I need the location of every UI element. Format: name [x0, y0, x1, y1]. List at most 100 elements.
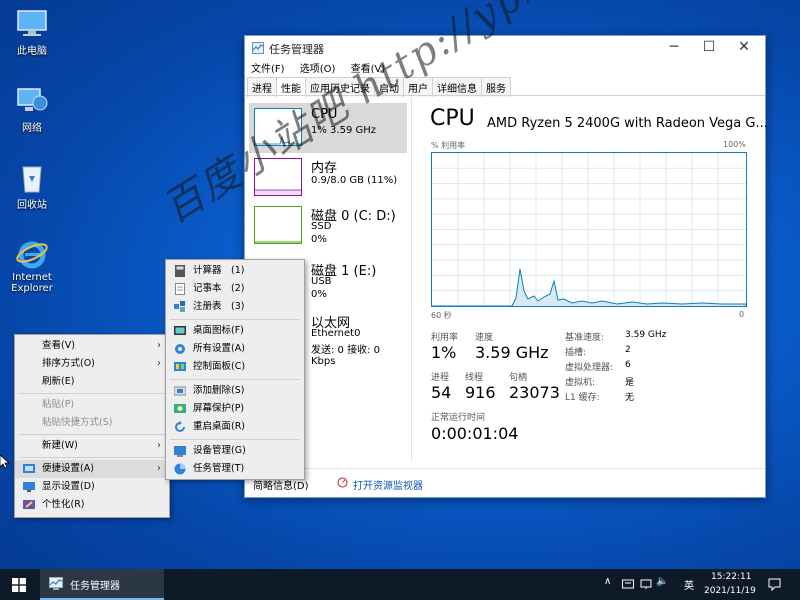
bottom-bar: 简略信息(D) 打开资源监视器	[245, 468, 765, 497]
sidebar-item-memory[interactable]: 内存 0.9/8.0 GB (11%)	[249, 153, 407, 203]
spec-key: 虚拟处理器:	[565, 363, 614, 373]
desktop-icon-label: 回收站	[17, 200, 47, 211]
memory-thumbnail	[254, 158, 302, 196]
quick-settings-submenu: 计算器 (1) 记事本 (2) 注册表 (3) 桌面图标(F) 所有设置(A) …	[165, 259, 305, 480]
tab-app-history[interactable]: 应用历史记录	[305, 77, 375, 97]
maximize-button[interactable]: ☐	[692, 36, 726, 60]
uptime-label: 正常运行时间	[431, 413, 486, 423]
menu-item-display-settings[interactable]: 显示设置(D)	[15, 478, 169, 496]
menu-item-label: 新建(W)	[42, 440, 78, 451]
sidebar-item-cpu[interactable]: CPU 1% 3.59 GHz	[249, 103, 407, 153]
menu-item-label: 粘贴快捷方式(S)	[42, 417, 113, 428]
submenu-item-notepad[interactable]: 记事本 (2)	[166, 280, 304, 298]
windows-start-icon[interactable]	[12, 578, 26, 592]
tab-services[interactable]: 服务	[481, 77, 511, 97]
utilization-label: 利用率	[431, 333, 459, 343]
panel-title: CPU	[430, 106, 475, 131]
notepad-icon	[175, 283, 185, 295]
spec-key: 基准速度:	[565, 333, 605, 343]
control-panel-icon	[174, 362, 186, 371]
submenu-item-restart-desktop[interactable]: 重启桌面(R)	[166, 418, 304, 436]
tab-users[interactable]: 用户	[403, 77, 433, 97]
spec-value: 无	[625, 393, 635, 403]
tray-action-icon[interactable]	[622, 578, 634, 590]
desktop-icon-network[interactable]: 网络	[0, 85, 64, 134]
menu-options[interactable]: 选项(O)	[300, 60, 336, 75]
taskbar-app-task-manager[interactable]: 任务管理器	[40, 569, 164, 600]
menu-separator	[170, 319, 300, 320]
submenu-item-task-manager[interactable]: 任务管理(T)	[166, 460, 304, 478]
tab-details[interactable]: 详细信息	[432, 77, 482, 97]
ime-indicator[interactable]: 英	[684, 577, 694, 592]
threads-value: 916	[465, 383, 496, 402]
menu-item-label: 任务管理(T)	[193, 463, 245, 474]
menu-item-label: 所有设置(A)	[193, 343, 245, 354]
cpu-model: AMD Ryzen 5 2400G with Radeon Vega G...	[487, 116, 768, 131]
menu-separator	[19, 434, 165, 435]
menu-item-label: 便捷设置(A)	[42, 463, 94, 474]
menu-view[interactable]: 查看(V)	[351, 60, 386, 75]
processes-value: 54	[431, 383, 452, 402]
menu-item-new[interactable]: 新建(W) ›	[15, 437, 169, 455]
tray-chevron-up-icon[interactable]: ∧	[604, 576, 611, 587]
submenu-item-add-remove[interactable]: 添加删除(S)	[166, 382, 304, 400]
open-resource-monitor-link[interactable]: 打开资源监视器	[353, 477, 423, 492]
resource-monitor-icon	[337, 477, 348, 488]
menu-item-sort[interactable]: 排序方式(O) ›	[15, 355, 169, 373]
chevron-right-icon: ›	[157, 340, 161, 351]
sidebar-item-sub2: 发送: 0 接收: 0 Kbps	[311, 345, 380, 367]
menu-bar: 文件(F) 选项(O) 查看(V)	[245, 60, 391, 76]
title-bar[interactable]: 任务管理器 ─ ☐ ✕	[245, 36, 765, 60]
submenu-item-registry[interactable]: 注册表 (3)	[166, 298, 304, 316]
menu-file[interactable]: 文件(F)	[251, 60, 285, 75]
desktop-icons-icon	[174, 326, 186, 335]
submenu-item-device-manager[interactable]: 设备管理(G)	[166, 442, 304, 460]
sidebar-item-sub: 1% 3.59 GHz	[311, 125, 377, 136]
clock-date[interactable]: 2021/11/19	[704, 586, 756, 596]
menu-item-refresh[interactable]: 刷新(E)	[15, 373, 169, 391]
notification-icon[interactable]	[768, 578, 781, 591]
tab-processes[interactable]: 进程	[247, 77, 277, 97]
volume-icon[interactable]: 🔈	[656, 576, 668, 587]
cpu-graph-svg	[432, 153, 747, 307]
sidebar-item-sub2: 0%	[311, 289, 327, 300]
submenu-item-control-panel[interactable]: 控制面板(C)	[166, 358, 304, 376]
menu-item-view[interactable]: 查看(V) ›	[15, 337, 169, 355]
submenu-item-all-settings[interactable]: 所有设置(A)	[166, 340, 304, 358]
taskbar-app-label: 任务管理器	[70, 581, 120, 592]
menu-item-quick-settings[interactable]: 便捷设置(A) ›	[15, 460, 169, 478]
submenu-item-desktop-icons[interactable]: 桌面图标(F)	[166, 322, 304, 340]
tab-performance[interactable]: 性能	[276, 77, 306, 97]
desktop-icon-label: 此电脑	[17, 46, 47, 57]
menu-item-personalize[interactable]: 个性化(R)	[15, 496, 169, 514]
sidebar-item-sub: 0.9/8.0 GB (11%)	[311, 175, 398, 186]
menu-item-label: 添加删除(S)	[193, 385, 245, 396]
utilization-value: 1%	[431, 343, 457, 362]
menu-item-label: 排序方式(O)	[42, 358, 95, 369]
close-button[interactable]: ✕	[727, 36, 761, 60]
minimize-button[interactable]: ─	[657, 36, 691, 60]
spec-value: 2	[625, 345, 631, 355]
desktop-icon-ie[interactable]: Internet Explorer	[0, 238, 64, 294]
menu-item-label: 桌面图标(F)	[193, 325, 244, 336]
handles-value: 23073	[509, 383, 560, 402]
sidebar-item-sub: Ethernet0	[311, 328, 361, 339]
sidebar-item-disk-0[interactable]: 磁盘 0 (C: D:) SSD 0%	[249, 201, 407, 251]
spec-key: L1 缓存:	[565, 393, 600, 403]
clock-time[interactable]: 15:22:11	[711, 572, 751, 582]
network-tray-icon[interactable]	[640, 578, 652, 590]
screensaver-icon	[174, 404, 186, 413]
threads-label: 线程	[465, 373, 484, 383]
desktop-icon-recycle-bin[interactable]: 回收站	[0, 162, 64, 211]
tab-startup[interactable]: 启动	[374, 77, 404, 97]
menu-item-label: 屏幕保护(P)	[193, 403, 245, 414]
desktop-icon-computer[interactable]: 此电脑	[0, 8, 64, 57]
speed-value: 3.59 GHz	[475, 343, 549, 362]
chevron-right-icon: ›	[157, 358, 161, 369]
menu-item-label: 刷新(E)	[42, 376, 75, 387]
submenu-item-screensaver[interactable]: 屏幕保护(P)	[166, 400, 304, 418]
menu-item-label: 重启桌面(R)	[193, 421, 246, 432]
submenu-item-calculator[interactable]: 计算器 (1)	[166, 262, 304, 280]
display-icon	[23, 482, 35, 492]
task-manager-window[interactable]: 任务管理器 ─ ☐ ✕ 文件(F) 选项(O) 查看(V) 进程 性能 应用历史记录…	[244, 35, 768, 498]
